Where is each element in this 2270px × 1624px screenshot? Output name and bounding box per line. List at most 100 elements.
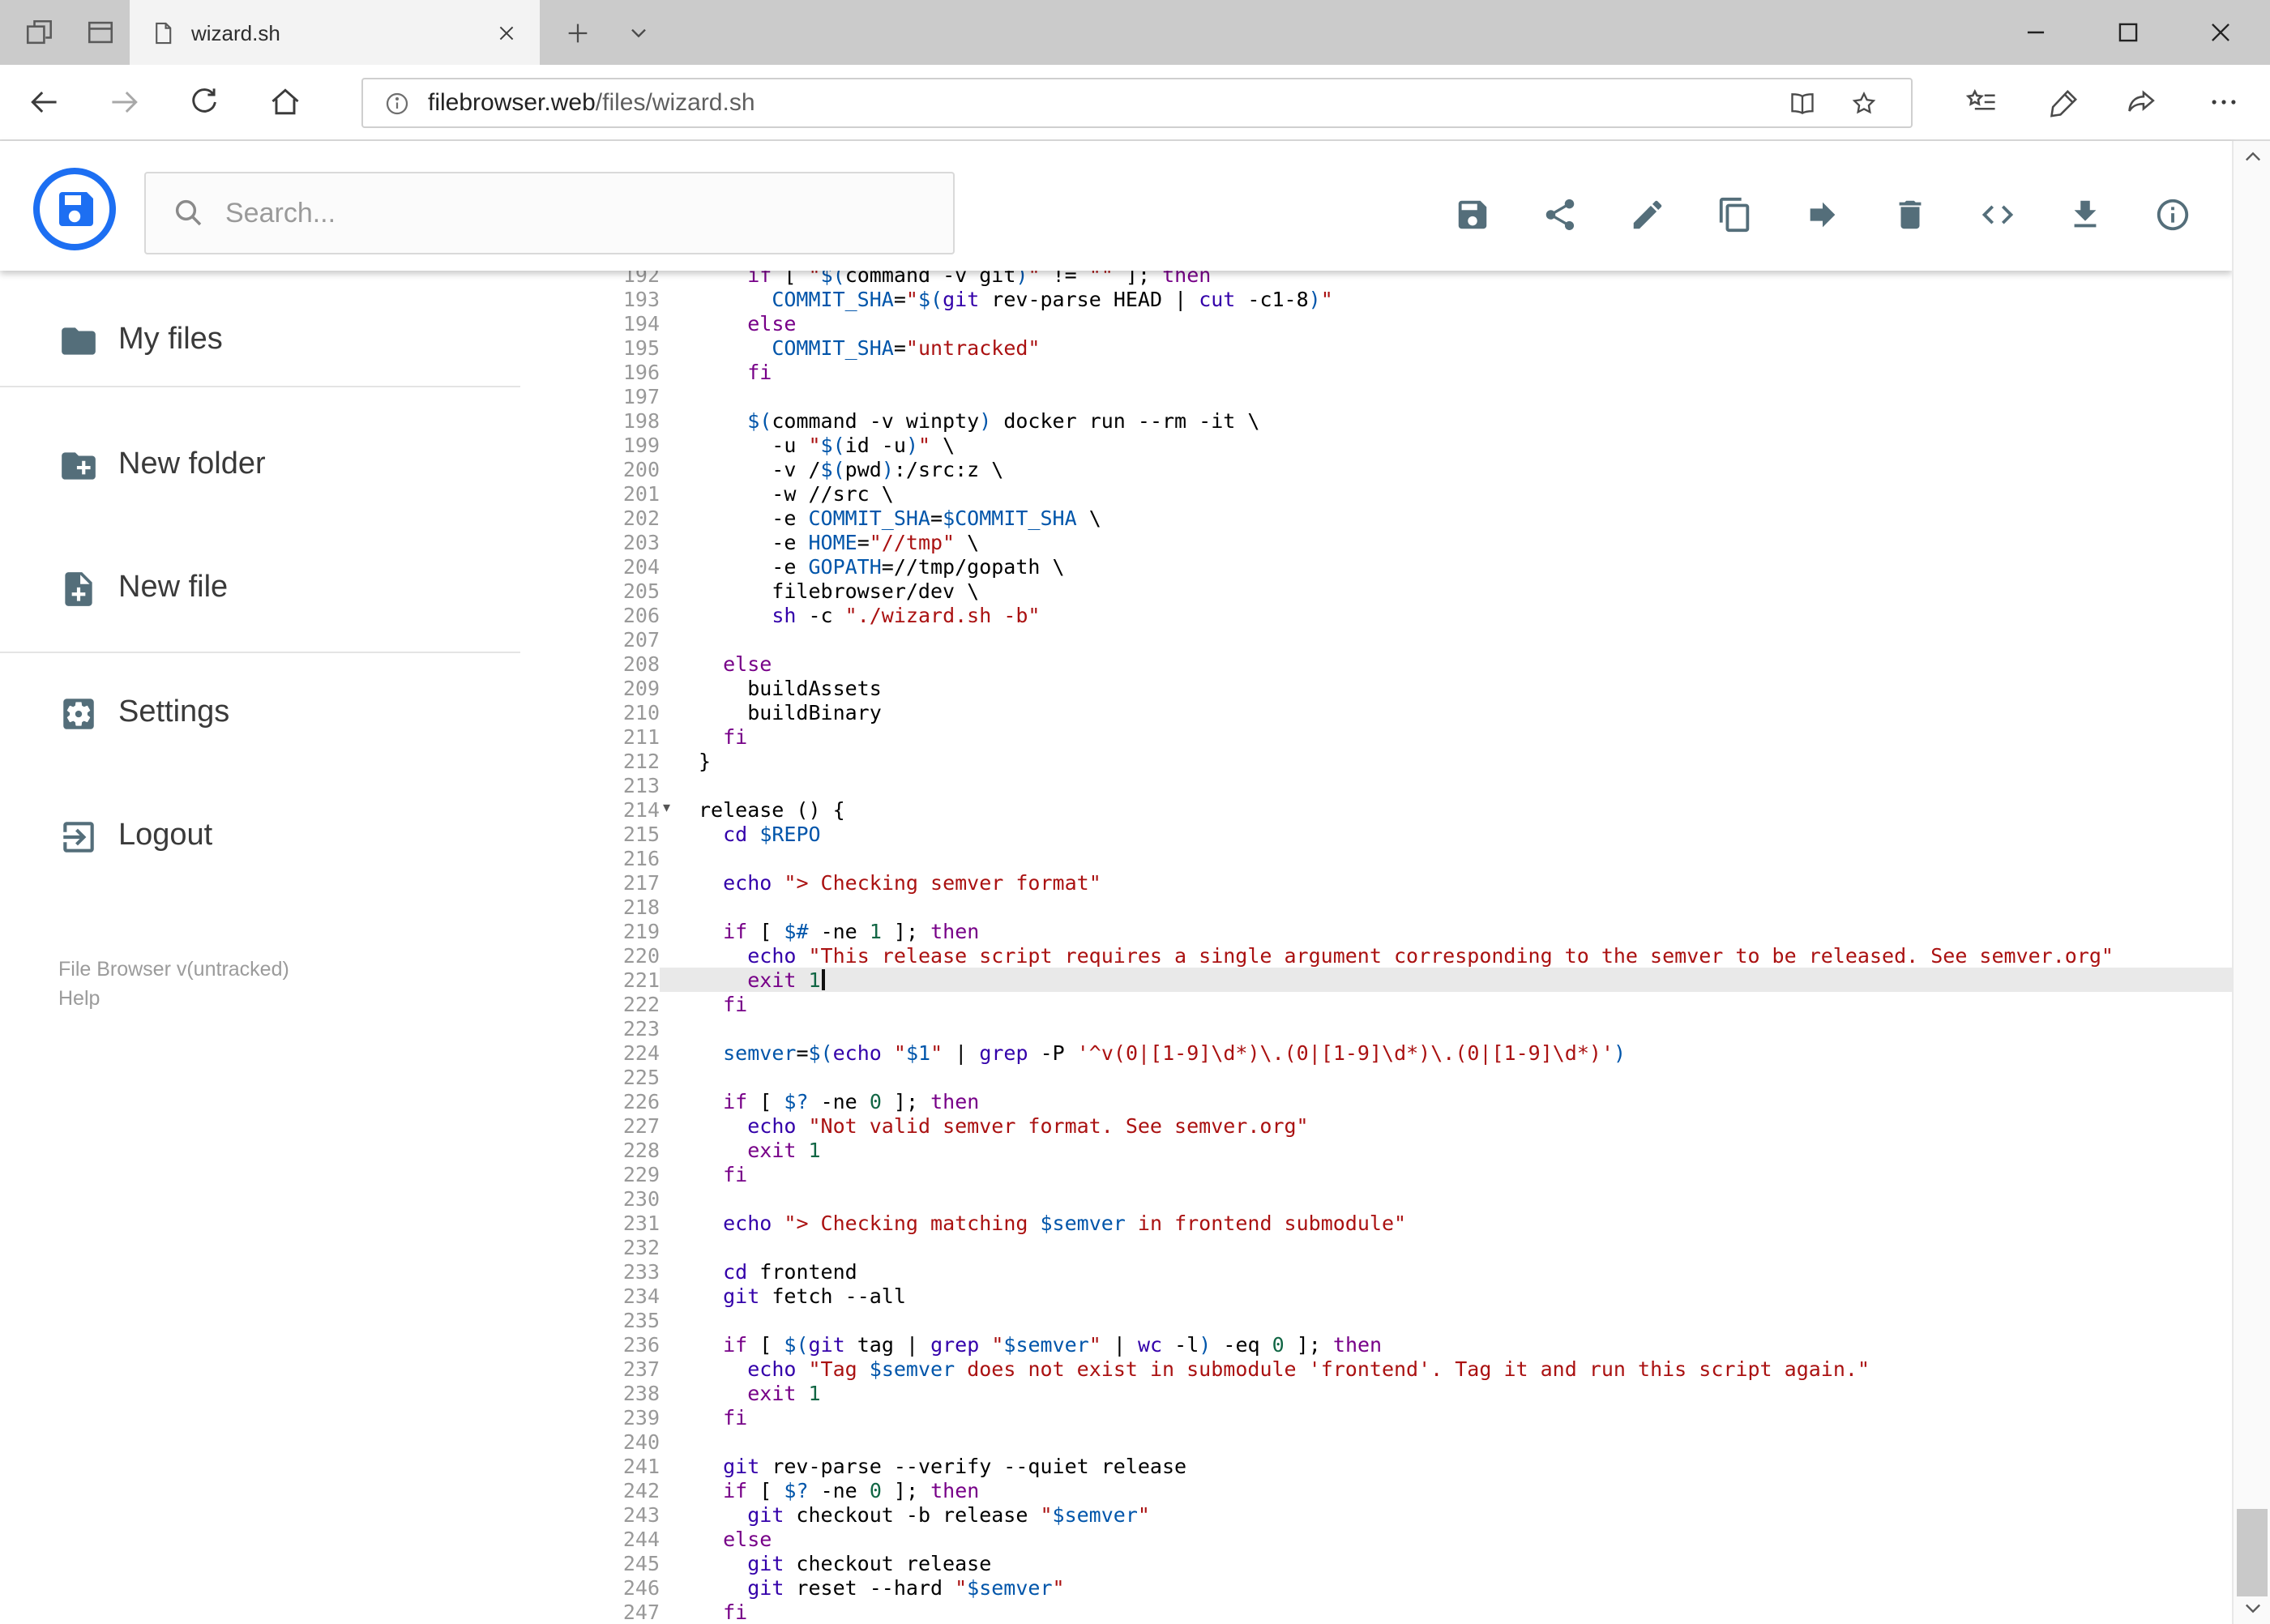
rename-button[interactable] [1614, 182, 1679, 246]
code-line[interactable]: 224 semver=$(echo "$1" | grep -P '^v(0|[… [590, 1041, 2232, 1065]
code-line[interactable]: 247 fi [590, 1600, 2232, 1624]
add-favorite-button[interactable] [1840, 83, 1888, 125]
code-line[interactable]: 198 $(command -v winpty) docker run --rm… [590, 408, 2232, 433]
refresh-button[interactable] [177, 65, 232, 139]
close-window-button[interactable] [2183, 0, 2256, 65]
code-line[interactable]: 202 -e COMMIT_SHA=$COMMIT_SHA \ [590, 506, 2232, 530]
code-line[interactable]: 218 [590, 895, 2232, 919]
code-line[interactable]: 236 if [ $(git tag | grep "$semver" | wc… [590, 1332, 2232, 1357]
code-line[interactable]: 220 echo "This release script requires a… [590, 943, 2232, 968]
tab-close-button[interactable] [485, 11, 527, 53]
code-line[interactable]: 232 [590, 1235, 2232, 1259]
code-line[interactable]: 200 -v /$(pwd):/src:z \ [590, 457, 2232, 481]
site-info-icon[interactable] [376, 84, 418, 123]
code-line[interactable]: 194 else [590, 311, 2232, 335]
code-line[interactable]: 237 echo "Tag $semver does not exist in … [590, 1357, 2232, 1381]
code-line[interactable]: 205 filebrowser/dev \ [590, 579, 2232, 603]
code-line[interactable]: 246 git reset --hard "$semver" [590, 1575, 2232, 1600]
tab-wizard-sh[interactable]: wizard.sh [130, 0, 540, 65]
sidebar-item-my-files[interactable]: My files [58, 318, 223, 363]
help-link[interactable]: Help [58, 984, 289, 1013]
code-line[interactable]: 206 sh -c "./wizard.sh -b" [590, 603, 2232, 627]
sidebar-item-new-folder[interactable]: New folder [58, 442, 266, 488]
code-line[interactable]: 245 git checkout release [590, 1551, 2232, 1575]
code-view-button[interactable] [1964, 182, 2029, 246]
new-tab-button[interactable] [551, 0, 603, 65]
share-button[interactable] [2115, 65, 2170, 139]
code-line[interactable]: 231 echo "> Checking matching $semver in… [590, 1211, 2232, 1235]
code-line[interactable]: 233 cd frontend [590, 1259, 2232, 1284]
code-line[interactable]: 238 exit 1 [590, 1381, 2232, 1405]
more-button[interactable] [2196, 65, 2251, 139]
code-line[interactable]: 197 [590, 384, 2232, 408]
code-line[interactable]: 196 fi [590, 360, 2232, 384]
code-line[interactable]: 230 [590, 1186, 2232, 1211]
code-line[interactable]: 195 COMMIT_SHA="untracked" [590, 335, 2232, 360]
code-line[interactable]: 240 [590, 1430, 2232, 1454]
share-file-button[interactable] [1527, 182, 1592, 246]
code-line[interactable]: 211 fi [590, 724, 2232, 749]
web-note-button[interactable] [2037, 65, 2093, 139]
code-line[interactable]: 215 cd $REPO [590, 822, 2232, 846]
copy-button[interactable] [1702, 182, 1767, 246]
code-line[interactable]: 204 -e GOPATH=//tmp/gopath \ [590, 554, 2232, 579]
info-button[interactable] [2140, 182, 2204, 246]
fold-marker-icon[interactable]: ▾ [663, 799, 670, 820]
code-line[interactable]: 243 git checkout -b release "$semver" [590, 1502, 2232, 1527]
code-line[interactable]: 226 if [ $? -ne 0 ]; then [590, 1089, 2232, 1113]
app-logo[interactable] [32, 167, 117, 251]
code-line[interactable]: 222 fi [590, 992, 2232, 1016]
tab-preview-button[interactable] [75, 0, 126, 65]
code-line[interactable]: 239 fi [590, 1405, 2232, 1430]
code-line[interactable]: 199 -u "$(id -u)" \ [590, 433, 2232, 457]
code-line[interactable]: 225 [590, 1065, 2232, 1089]
tab-list-chevron-button[interactable] [613, 0, 665, 65]
code-line[interactable]: 241 git rev-parse --verify --quiet relea… [590, 1454, 2232, 1478]
code-line[interactable]: 223 [590, 1016, 2232, 1041]
set-tabs-aside-button[interactable] [13, 0, 65, 65]
code-line[interactable]: 213 [590, 773, 2232, 797]
code-line[interactable]: 234 git fetch --all [590, 1284, 2232, 1308]
scrollbar[interactable] [2232, 141, 2270, 1624]
code-line[interactable]: 201 -w //src \ [590, 481, 2232, 506]
code-line[interactable]: 221 exit 1 [590, 968, 2232, 992]
maximize-button[interactable] [2091, 0, 2164, 65]
search-input[interactable] [225, 197, 953, 229]
code-line[interactable]: 229 fi [590, 1162, 2232, 1186]
sidebar-item-settings[interactable]: Settings [58, 690, 229, 736]
code-line[interactable]: 203 -e HOME="//tmp" \ [590, 530, 2232, 554]
code-line[interactable]: 210 buildBinary [590, 700, 2232, 724]
code-line[interactable]: 216 [590, 846, 2232, 870]
code-editor[interactable]: 192 if [ "$(command -v git)" != "" ]; th… [590, 271, 2232, 1624]
code-line[interactable]: 235 [590, 1308, 2232, 1332]
sidebar-item-logout[interactable]: Logout [58, 814, 212, 859]
code-line[interactable]: 242 if [ $? -ne 0 ]; then [590, 1478, 2232, 1502]
scroll-up-button[interactable] [2234, 141, 2270, 173]
scrollbar-thumb[interactable] [2237, 1509, 2268, 1596]
reading-view-button[interactable] [1778, 83, 1827, 125]
code-line[interactable]: 193 COMMIT_SHA="$(git rev-parse HEAD | c… [590, 287, 2232, 311]
search-box[interactable] [144, 172, 955, 254]
save-button[interactable] [1439, 182, 1504, 246]
code-line[interactable]: 212} [590, 749, 2232, 773]
code-line[interactable]: 219 if [ $# -ne 1 ]; then [590, 919, 2232, 943]
code-line[interactable]: 227 echo "Not valid semver format. See s… [590, 1113, 2232, 1138]
hub-button[interactable] [1955, 65, 2010, 139]
download-button[interactable] [2052, 182, 2117, 246]
code-line[interactable]: 217 echo "> Checking semver format" [590, 870, 2232, 895]
address-bar[interactable]: filebrowser.web/files/wizard.sh [361, 78, 1913, 128]
back-button[interactable] [16, 65, 71, 139]
home-button[interactable] [258, 65, 313, 139]
forward-button[interactable] [97, 65, 152, 139]
code-line[interactable]: 244 else [590, 1527, 2232, 1551]
code-line[interactable]: 209 buildAssets [590, 676, 2232, 700]
minimize-button[interactable] [1999, 0, 2071, 65]
move-button[interactable] [1789, 182, 1854, 246]
code-line[interactable]: 207 [590, 627, 2232, 652]
code-line[interactable]: 228 exit 1 [590, 1138, 2232, 1162]
code-line[interactable]: 192 if [ "$(command -v git)" != "" ]; th… [590, 271, 2232, 287]
code-line[interactable]: 214 ▾ release () { [590, 797, 2232, 822]
scroll-down-button[interactable] [2234, 1592, 2270, 1624]
sidebar-item-new-file[interactable]: New file [58, 566, 228, 611]
delete-button[interactable] [1877, 182, 1942, 246]
